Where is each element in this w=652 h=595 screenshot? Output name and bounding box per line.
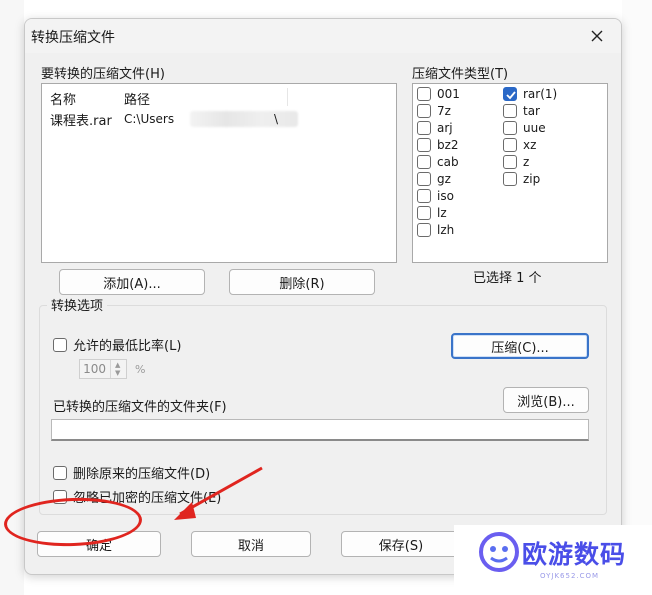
ratio-spinbox[interactable]: 100 ▲ ▼ bbox=[79, 359, 127, 379]
spin-down-icon[interactable]: ▼ bbox=[115, 369, 120, 377]
type-item-uue[interactable]: uue bbox=[503, 120, 546, 136]
type-item-gz[interactable]: gz bbox=[417, 171, 451, 187]
save-button[interactable]: 保存(S) bbox=[341, 531, 461, 557]
annotation-arrow-icon bbox=[174, 466, 263, 520]
convert-archives-dialog: 转换压缩文件 要转换的压缩文件(H) 名称 路径 课程表.rar C:\User… bbox=[24, 18, 622, 575]
add-button[interactable]: 添加(A)... bbox=[59, 269, 205, 295]
type-label: xz bbox=[523, 138, 537, 152]
selected-count: 已选择 1 个 bbox=[473, 271, 542, 286]
browse-button[interactable]: 浏览(B)... bbox=[503, 387, 589, 413]
type-item-zip[interactable]: zip bbox=[503, 171, 540, 187]
checkbox[interactable] bbox=[417, 155, 431, 169]
type-label: lzh bbox=[437, 223, 455, 237]
type-item-lz[interactable]: lz bbox=[417, 205, 447, 221]
type-label: 7z bbox=[437, 104, 451, 118]
type-label: bz2 bbox=[437, 138, 459, 152]
close-icon bbox=[591, 30, 603, 42]
type-item-lzh[interactable]: lzh bbox=[417, 222, 454, 238]
watermark-subtext: OYJK652.COM bbox=[540, 572, 600, 580]
checkbox[interactable] bbox=[417, 121, 431, 135]
type-label: uue bbox=[523, 121, 546, 135]
checkbox[interactable] bbox=[503, 104, 517, 118]
delete-button[interactable]: 删除(R) bbox=[229, 269, 375, 295]
watermark-logo-icon bbox=[479, 532, 519, 572]
checkbox[interactable] bbox=[417, 87, 431, 101]
type-label: z bbox=[523, 155, 530, 169]
column-header-name[interactable]: 名称 bbox=[50, 89, 76, 108]
checkbox-checked[interactable] bbox=[503, 87, 517, 101]
redacted-path bbox=[190, 111, 298, 127]
checkbox[interactable] bbox=[503, 138, 517, 152]
type-item-001[interactable]: 001 bbox=[417, 86, 460, 102]
checkmark-icon bbox=[506, 91, 516, 100]
file-path-tail: \ bbox=[274, 112, 279, 126]
type-label: iso bbox=[437, 189, 454, 203]
type-label: cab bbox=[437, 155, 459, 169]
type-item-iso[interactable]: iso bbox=[417, 188, 454, 204]
window-title: 转换压缩文件 bbox=[31, 30, 115, 46]
checkbox[interactable] bbox=[417, 104, 431, 118]
checkbox[interactable] bbox=[503, 172, 517, 186]
checkbox[interactable] bbox=[503, 121, 517, 135]
background-right bbox=[622, 0, 652, 595]
file-path: C:\Users bbox=[124, 112, 175, 126]
watermark: 欧游数码 OYJK652.COM bbox=[454, 525, 652, 595]
compress-button[interactable]: 压缩(C)... bbox=[451, 333, 589, 359]
min-ratio-label: 允许的最低比率(L) bbox=[73, 339, 182, 354]
checkbox[interactable] bbox=[417, 206, 431, 220]
ratio-unit: % bbox=[135, 363, 146, 376]
file-name: 课程表.rar bbox=[50, 114, 112, 129]
conversion-options-label: 转换选项 bbox=[47, 295, 108, 314]
type-item-z[interactable]: z bbox=[503, 154, 529, 170]
type-item-cab[interactable]: cab bbox=[417, 154, 459, 170]
type-item-arj[interactable]: arj bbox=[417, 120, 453, 136]
type-label: arj bbox=[437, 121, 453, 135]
type-label: tar bbox=[523, 104, 540, 118]
column-separator bbox=[287, 88, 288, 106]
watermark-text: 欧游数码 bbox=[522, 540, 627, 569]
files-section-label: 要转换的压缩文件(H) bbox=[41, 67, 165, 82]
spin-up-icon[interactable]: ▲ bbox=[115, 361, 120, 369]
type-label: 001 bbox=[437, 87, 460, 101]
ratio-value: 100 bbox=[83, 362, 106, 376]
type-item-7z[interactable]: 7z bbox=[417, 103, 451, 119]
title-bar: 转换压缩文件 bbox=[25, 19, 621, 53]
type-label: gz bbox=[437, 172, 451, 186]
type-item-tar[interactable]: tar bbox=[503, 103, 540, 119]
type-label: rar(1) bbox=[523, 87, 558, 101]
checkbox[interactable] bbox=[417, 223, 431, 237]
type-item-rar[interactable]: rar(1) bbox=[503, 86, 557, 102]
close-button[interactable] bbox=[587, 26, 607, 46]
type-label: zip bbox=[523, 172, 541, 186]
type-item-bz2[interactable]: bz2 bbox=[417, 137, 459, 153]
checkbox[interactable] bbox=[417, 189, 431, 203]
types-section-label: 压缩文件类型(T) bbox=[412, 67, 509, 82]
type-label: lz bbox=[437, 206, 447, 220]
min-ratio-option[interactable]: 允许的最低比率(L) bbox=[53, 335, 181, 354]
type-item-xz[interactable]: xz bbox=[503, 137, 536, 153]
min-ratio-checkbox[interactable] bbox=[53, 337, 67, 352]
folder-field[interactable] bbox=[51, 419, 589, 441]
column-header-path[interactable]: 路径 bbox=[124, 89, 150, 108]
folder-label: 已转换的压缩文件的文件夹(F) bbox=[53, 400, 227, 415]
archive-file-list[interactable]: 名称 路径 课程表.rar C:\Users \ bbox=[41, 83, 397, 263]
cancel-button[interactable]: 取消 bbox=[191, 531, 311, 557]
archive-type-list: 001 rar(1) 7z tar arj uue bz2 xz cab z g… bbox=[412, 83, 608, 263]
background-left bbox=[0, 0, 24, 595]
spin-arrows[interactable]: ▲ ▼ bbox=[110, 360, 126, 378]
checkbox[interactable] bbox=[417, 138, 431, 152]
checkbox[interactable] bbox=[503, 155, 517, 169]
delete-original-checkbox[interactable] bbox=[53, 465, 67, 480]
checkbox[interactable] bbox=[417, 172, 431, 186]
